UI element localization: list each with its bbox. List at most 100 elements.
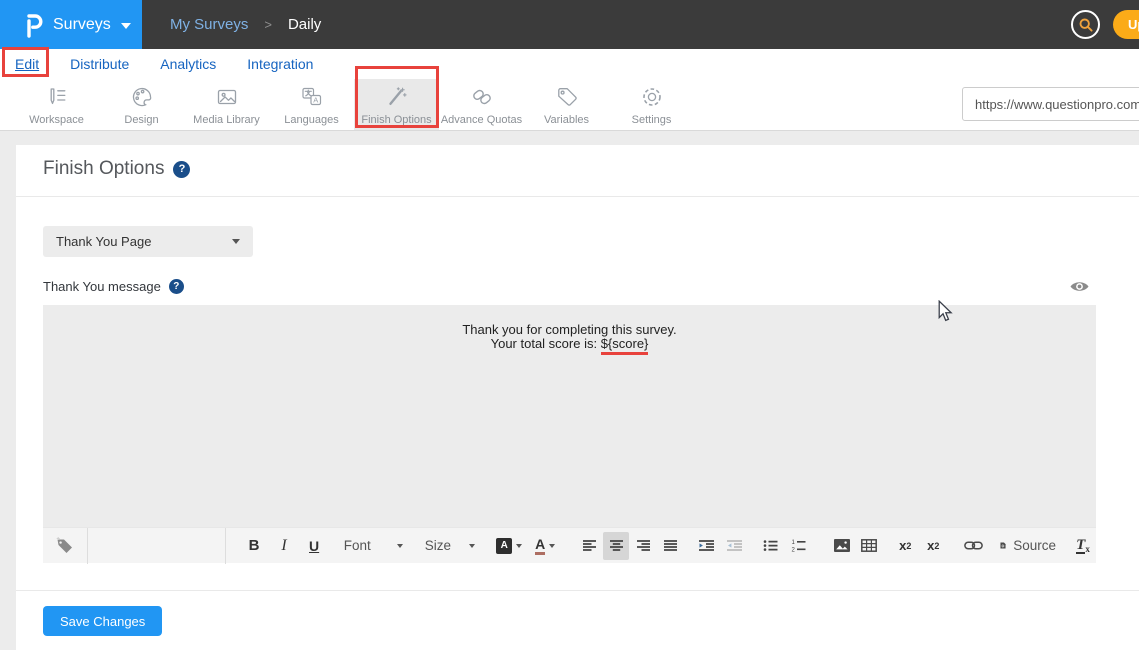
outdent-icon: [726, 539, 743, 552]
toolbar-item-workspace[interactable]: Workspace: [14, 79, 99, 130]
background-color-button[interactable]: A: [496, 532, 522, 560]
link-icon: [964, 540, 983, 551]
thank-you-message-editor[interactable]: Thank you for completing this survey. Yo…: [43, 305, 1096, 527]
upgrade-button[interactable]: Up: [1113, 10, 1139, 39]
remove-format-button[interactable]: T x: [1070, 532, 1096, 560]
insert-variable-button[interactable]: [43, 536, 87, 555]
workspace-icon: [44, 84, 70, 110]
toolbar-item-design[interactable]: Design: [99, 79, 184, 130]
align-center-button[interactable]: [603, 532, 629, 560]
background-color-icon: A: [496, 538, 512, 554]
chevron-down-icon: [121, 23, 131, 29]
search-button[interactable]: [1071, 10, 1100, 39]
breadcrumb-separator: >: [264, 17, 272, 32]
align-left-button[interactable]: [576, 532, 602, 560]
align-left-icon: [582, 539, 597, 552]
underline-button[interactable]: U: [301, 532, 327, 560]
editor-line-1: Thank you for completing this survey.: [43, 323, 1096, 337]
svg-text:A: A: [313, 95, 318, 104]
breadcrumb-current-survey: Daily: [288, 16, 321, 33]
palette-icon: [129, 84, 155, 110]
tag-icon: [55, 536, 74, 555]
align-right-button[interactable]: [630, 532, 656, 560]
size-dropdown[interactable]: Size: [424, 532, 477, 560]
chain-links-icon: [469, 84, 495, 110]
help-icon[interactable]: ?: [169, 279, 184, 294]
brand-label: Surveys: [53, 16, 111, 34]
font-dropdown[interactable]: Font: [343, 532, 403, 560]
numbered-list-button[interactable]: 1 2: [785, 532, 811, 560]
save-changes-button[interactable]: Save Changes: [43, 606, 162, 636]
help-icon[interactable]: ?: [173, 161, 190, 178]
rte-toolbar: B I U Font Size A A: [43, 527, 1096, 563]
left-gutter: [0, 131, 16, 650]
toolbar-item-languages[interactable]: A Languages: [269, 79, 354, 130]
svg-text:1: 1: [791, 540, 795, 546]
section-divider: [16, 590, 1139, 591]
chevron-down-icon: [469, 544, 475, 548]
increase-indent-button[interactable]: [693, 532, 719, 560]
breadcrumb: My Surveys > Daily: [170, 0, 321, 49]
bulleted-list-button[interactable]: [757, 532, 783, 560]
score-variable: ${score}: [601, 337, 649, 355]
align-center-icon: [609, 539, 624, 552]
chevron-down-icon: [516, 544, 522, 548]
bulleted-list-icon: [763, 539, 778, 552]
tab-edit[interactable]: Edit: [15, 56, 39, 72]
gear-icon: [639, 84, 665, 110]
section-divider: [16, 196, 1139, 197]
finish-options-panel: Finish Options ? Thank You Page Thank Yo…: [16, 145, 1139, 650]
translate-icon: A: [299, 84, 325, 110]
tab-analytics[interactable]: Analytics: [160, 56, 216, 72]
justify-icon: [663, 539, 678, 552]
top-bar: Surveys My Surveys > Daily Up: [0, 0, 1139, 49]
eye-icon: [1069, 279, 1090, 294]
toolbar-item-settings[interactable]: Settings: [609, 79, 694, 130]
search-icon: [1078, 17, 1094, 33]
insert-image-button[interactable]: [829, 532, 855, 560]
breadcrumb-my-surveys[interactable]: My Surveys: [170, 16, 248, 33]
insert-link-button[interactable]: [960, 532, 986, 560]
editor-line-2: Your total score is: ${score}: [43, 337, 1096, 355]
toolbar-item-media-library[interactable]: Media Library: [184, 79, 269, 130]
insert-table-icon: [861, 539, 877, 552]
align-right-icon: [636, 539, 651, 552]
page-title: Finish Options: [43, 158, 164, 180]
bold-button[interactable]: B: [241, 532, 267, 560]
tag-outline-icon: [554, 84, 580, 110]
toolbar-item-finish-options[interactable]: Finish Options: [354, 79, 439, 130]
chevron-down-icon: [232, 239, 240, 244]
survey-nav-tabs: Edit Distribute Analytics Integration: [0, 49, 1139, 79]
source-button[interactable]: Source: [1000, 532, 1056, 560]
italic-button[interactable]: I: [271, 532, 297, 560]
chevron-down-icon: [397, 544, 403, 548]
chevron-down-icon: [549, 544, 555, 548]
image-frame-icon: [214, 84, 240, 110]
surveys-product-menu[interactable]: Surveys: [0, 0, 142, 49]
text-color-icon: A: [535, 537, 545, 555]
tab-distribute[interactable]: Distribute: [70, 56, 129, 72]
insert-table-button[interactable]: [856, 532, 882, 560]
superscript-button[interactable]: x2: [920, 532, 946, 560]
numbered-list-icon: 1 2: [791, 539, 806, 552]
subscript-button[interactable]: x2: [892, 532, 918, 560]
questionpro-logo-icon: [22, 11, 44, 39]
survey-url-input[interactable]: [962, 87, 1139, 121]
preview-button[interactable]: [1069, 279, 1090, 294]
text-color-button[interactable]: A: [532, 532, 558, 560]
toolbar-item-variables[interactable]: Variables: [524, 79, 609, 130]
questionpro-app: Surveys My Surveys > Daily Up Edit Distr…: [0, 0, 1139, 650]
justify-button[interactable]: [657, 532, 683, 560]
finish-type-dropdown[interactable]: Thank You Page: [43, 226, 253, 257]
decrease-indent-button: [721, 532, 747, 560]
thank-you-message-label: Thank You message: [43, 279, 161, 294]
source-doc-icon: [1000, 538, 1006, 553]
tab-integration[interactable]: Integration: [247, 56, 313, 72]
indent-icon: [698, 539, 715, 552]
background-strip: [0, 131, 1139, 145]
magic-wand-icon: [384, 84, 410, 110]
toolbar-item-advance-quotas[interactable]: Advance Quotas: [439, 79, 524, 130]
svg-text:2: 2: [791, 548, 795, 553]
finish-type-selected: Thank You Page: [56, 234, 151, 249]
insert-image-icon: [834, 539, 850, 552]
